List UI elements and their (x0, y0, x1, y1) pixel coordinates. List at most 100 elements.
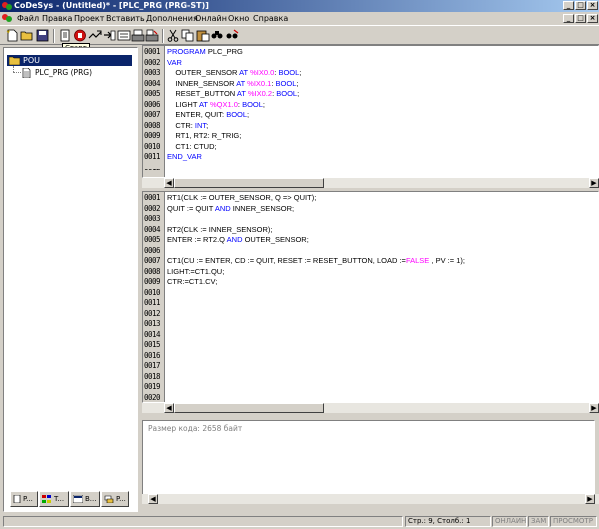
code-token: INNER_SENSOR (167, 78, 237, 88)
code-line[interactable]: RT1(CLK := OUTER_SENSOR, Q => QUIT); (167, 193, 316, 204)
menu-online[interactable]: Онлайн (195, 13, 227, 24)
code-line[interactable]: ENTER := RT2.Q AND OUTER_SENSOR; (167, 235, 309, 246)
code-token: RT2(CLK := INNER_SENSOR); (167, 224, 273, 234)
tree-item-plc-prg[interactable]: PLC_PRG (PRG) (22, 67, 122, 78)
force-values-icon[interactable] (145, 29, 159, 42)
code-token: LIGHT (167, 99, 199, 109)
copy-icon[interactable] (181, 29, 195, 42)
title-bar[interactable]: CoDeSys - (Untitled)* - [PLC_PRG (PRG-ST… (0, 0, 599, 12)
single-cycle-icon[interactable] (117, 29, 131, 42)
tab-pou[interactable]: P... (10, 491, 38, 507)
menu-help[interactable]: Справка (253, 13, 288, 24)
tree-item-pou[interactable]: POU (7, 55, 132, 66)
code-line[interactable]: RT1, RT2: R_TRIG; (167, 131, 241, 142)
code-line[interactable]: OUTER_SENSOR AT %IX0.0: BOOL; (167, 68, 301, 79)
line-number: 0019 (144, 382, 161, 391)
code-token: RT1, RT2: R_TRIG; (167, 131, 242, 140)
scroll-right-arrow[interactable]: ▶ (589, 403, 599, 413)
maximize-button[interactable]: □ (575, 1, 586, 10)
declaration-editor[interactable]: 0001 0002 0003 0004 0005 0006 0007 0008 0009 0010… (142, 45, 599, 178)
code-line[interactable]: RT2(CLK := INNER_SENSOR); (167, 225, 273, 236)
find-next-icon[interactable] (225, 29, 239, 42)
keyword-token: VAR (167, 57, 182, 67)
codesys-logo-icon (2, 2, 12, 10)
menu-window[interactable]: Окно (228, 13, 249, 24)
code-token: CTR: (167, 120, 195, 130)
close-button[interactable]: × (587, 1, 598, 10)
code-line[interactable]: RESET_BUTTON AT %IX0.2: BOOL; (167, 89, 299, 100)
code-line[interactable]: VAR (167, 58, 182, 69)
save-icon[interactable] (36, 29, 50, 42)
scroll-left-arrow[interactable]: ◀ (148, 494, 158, 504)
code-line[interactable]: CT1(CU := ENTER, CD := QUIT, RESET := RE… (167, 256, 465, 267)
code-token: , PV := 1); (429, 256, 465, 265)
line-number: 0014 (144, 329, 161, 339)
pou-tab-icon (13, 495, 21, 503)
object-organizer[interactable]: POU PLC_PRG (PRG) (3, 47, 138, 512)
open-folder-icon[interactable] (20, 29, 34, 42)
toolbar-separator (162, 29, 164, 43)
line-number: 0015 (144, 340, 161, 349)
menu-project[interactable]: Проект (74, 13, 104, 24)
keyword-token: BOOL (278, 68, 300, 77)
code-line[interactable]: QUIT := QUIT AND INNER_SENSOR; (167, 204, 294, 215)
keyword-token: AT (236, 78, 246, 88)
menu-edit[interactable]: Правка (42, 13, 72, 24)
message-hscrollbar[interactable]: ◀ ▶ (142, 494, 599, 504)
literal-token: FALSE (405, 256, 430, 265)
code-token: ENTER := RT2.Q (167, 235, 227, 244)
tab-resources[interactable]: P... (101, 491, 129, 507)
code-token: ENTER, QUIT: (167, 110, 227, 119)
line-number: 0006 (144, 245, 161, 255)
tab-visualizations[interactable]: B... (70, 491, 100, 507)
status-bar: Стр.: 9, Столб.: 1 ОНЛАЙН ЗАМ ПРОСМОТР (0, 514, 599, 529)
code-line[interactable]: CTR: INT; (167, 121, 208, 132)
menu-insert[interactable]: Вставить (106, 13, 145, 24)
keyword-token: BOOL (226, 110, 248, 119)
minimize-button[interactable]: _ (563, 1, 574, 10)
doc-restore-button[interactable]: □ (575, 14, 586, 23)
find-icon[interactable] (210, 29, 224, 42)
paste-icon[interactable] (196, 29, 210, 42)
menu-bar: Файл Правка Проект Вставить Дополнения О… (0, 12, 599, 25)
scroll-right-arrow[interactable]: ▶ (585, 494, 595, 504)
doc-minimize-button[interactable]: _ (563, 14, 574, 23)
menu-file[interactable]: Файл (17, 13, 39, 24)
new-file-icon[interactable] (5, 29, 19, 42)
code-line[interactable]: LIGHT AT %QX1.0: BOOL; (167, 100, 265, 111)
line-number: 0003 (144, 214, 161, 223)
code-line[interactable]: END_VAR (167, 152, 202, 163)
line-number: 0007 (144, 110, 161, 119)
code-line[interactable]: LIGHT:=CT1.QU; (167, 267, 224, 278)
body-hscrollbar[interactable]: ◀ ▶ (142, 403, 599, 413)
declaration-hscrollbar[interactable]: ◀ ▶ (142, 178, 599, 188)
code-line[interactable]: CTR:=CT1.CV; (167, 277, 217, 288)
code-line[interactable]: CT1: CTUD; (167, 142, 216, 153)
login-icon[interactable] (58, 29, 72, 42)
code-token: ; (299, 68, 302, 77)
scroll-right-arrow[interactable]: ▶ (589, 178, 599, 188)
scroll-left-arrow[interactable]: ◀ (164, 178, 174, 188)
step-icon[interactable] (88, 29, 102, 42)
write-values-icon[interactable] (131, 29, 145, 42)
code-line[interactable]: PROGRAM PLC_PRG (167, 47, 243, 58)
scroll-left-arrow[interactable]: ◀ (164, 403, 174, 413)
message-window[interactable]: Размер кода: 2658 байт (142, 420, 595, 504)
scroll-thumb[interactable] (174, 178, 324, 188)
line-number: 0005 (144, 89, 161, 98)
breakpoint-icon[interactable] (102, 29, 116, 42)
code-line[interactable]: ENTER, QUIT: BOOL; (167, 110, 249, 121)
menu-extras[interactable]: Дополнения (146, 13, 198, 24)
code-token: ; (296, 78, 299, 88)
toolbar (0, 25, 599, 45)
doc-close-button[interactable]: × (587, 14, 598, 23)
body-editor[interactable]: 0001 0002 0003 0004 0005 0006 0007 0008 0009 0010… (142, 191, 599, 403)
scroll-thumb[interactable] (174, 403, 324, 413)
tree-root-label: POU (23, 56, 40, 65)
start-icon[interactable] (73, 29, 87, 42)
code-line[interactable]: INNER_SENSOR AT %IX0.1: BOOL; (167, 79, 298, 90)
line-number: 0020 (144, 392, 161, 402)
cut-icon[interactable] (166, 29, 180, 42)
line-number: 0002 (144, 203, 161, 213)
tab-types[interactable]: T... (39, 491, 69, 507)
